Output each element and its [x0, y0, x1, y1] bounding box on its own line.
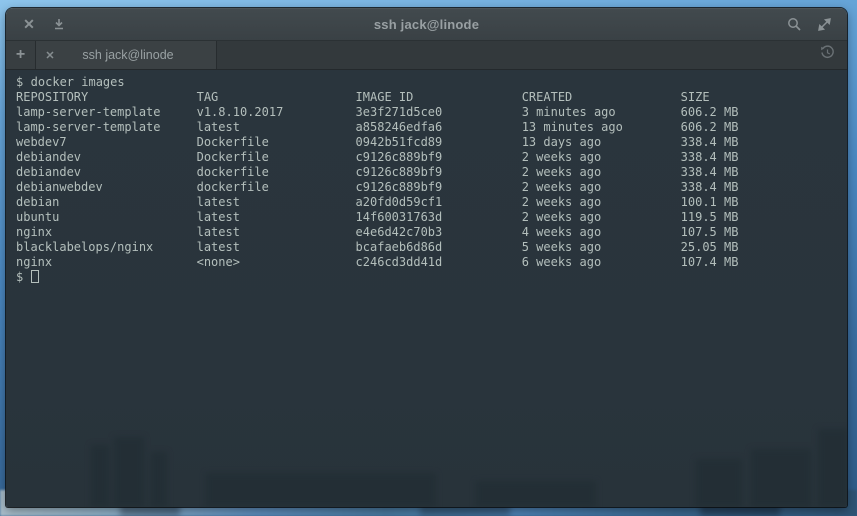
table-row: lamp-server-templatev1.8.10.20173e3f271d…	[16, 105, 847, 120]
command-text: docker images	[31, 75, 125, 89]
tabbar: + ✕ ssh jack@linode	[6, 41, 847, 70]
table-row: webdev7Dockerfile0942b51fcd8913 days ago…	[16, 135, 847, 150]
terminal-cursor	[31, 270, 39, 283]
new-tab-button[interactable]: +	[6, 41, 36, 69]
table-row: debianlatesta20fd0d59cf12 weeks ago100.1…	[16, 195, 847, 210]
history-button[interactable]	[813, 41, 841, 69]
tab-ssh-session[interactable]: ✕ ssh jack@linode	[36, 41, 217, 69]
command-line: $ docker images	[16, 75, 847, 90]
terminal-window: ssh jack@linode ✕	[6, 8, 847, 507]
fullscreen-button[interactable]	[809, 8, 839, 40]
maximize-button[interactable]	[44, 8, 74, 40]
prompt-line: $	[16, 270, 847, 285]
table-row: debiandevdockerfilec9126c889bf92 weeks a…	[16, 165, 847, 180]
history-icon	[820, 45, 835, 65]
close-icon: ✕	[23, 16, 35, 33]
table-row: nginx<none>c246cd3dd41d6 weeks ago107.4 …	[16, 255, 847, 270]
maximize-down-icon	[53, 18, 65, 30]
plus-icon: +	[16, 46, 25, 64]
table-row: debiandevDockerfilec9126c889bf92 weeks a…	[16, 150, 847, 165]
expand-icon	[818, 18, 831, 31]
table-header-row: REPOSITORYTAGIMAGE IDCREATEDSIZE	[16, 90, 847, 105]
tab-close-icon[interactable]: ✕	[36, 49, 64, 62]
search-icon	[787, 17, 801, 31]
search-button[interactable]	[779, 8, 809, 40]
prompt: $	[16, 75, 23, 89]
table-row: ubuntulatest14f60031763d2 weeks ago119.5…	[16, 210, 847, 225]
table-row: debianwebdevdockerfilec9126c889bf92 week…	[16, 180, 847, 195]
wallpaper-skyline-bleed	[6, 417, 847, 507]
prompt: $	[16, 270, 23, 284]
close-button[interactable]: ✕	[14, 8, 44, 40]
tab-label: ssh jack@linode	[64, 48, 216, 62]
titlebar[interactable]: ssh jack@linode ✕	[6, 8, 847, 41]
table-row: blacklabelops/nginxlatestbcafaeb6d86d5 w…	[16, 240, 847, 255]
window-title: ssh jack@linode	[6, 17, 847, 32]
terminal-screen[interactable]: $ docker images REPOSITORYTAGIMAGE IDCREA…	[6, 70, 847, 507]
table-row: nginxlateste4e6d42c70b34 weeks ago107.5 …	[16, 225, 847, 240]
table-row: lamp-server-templatelatesta858246edfa613…	[16, 120, 847, 135]
